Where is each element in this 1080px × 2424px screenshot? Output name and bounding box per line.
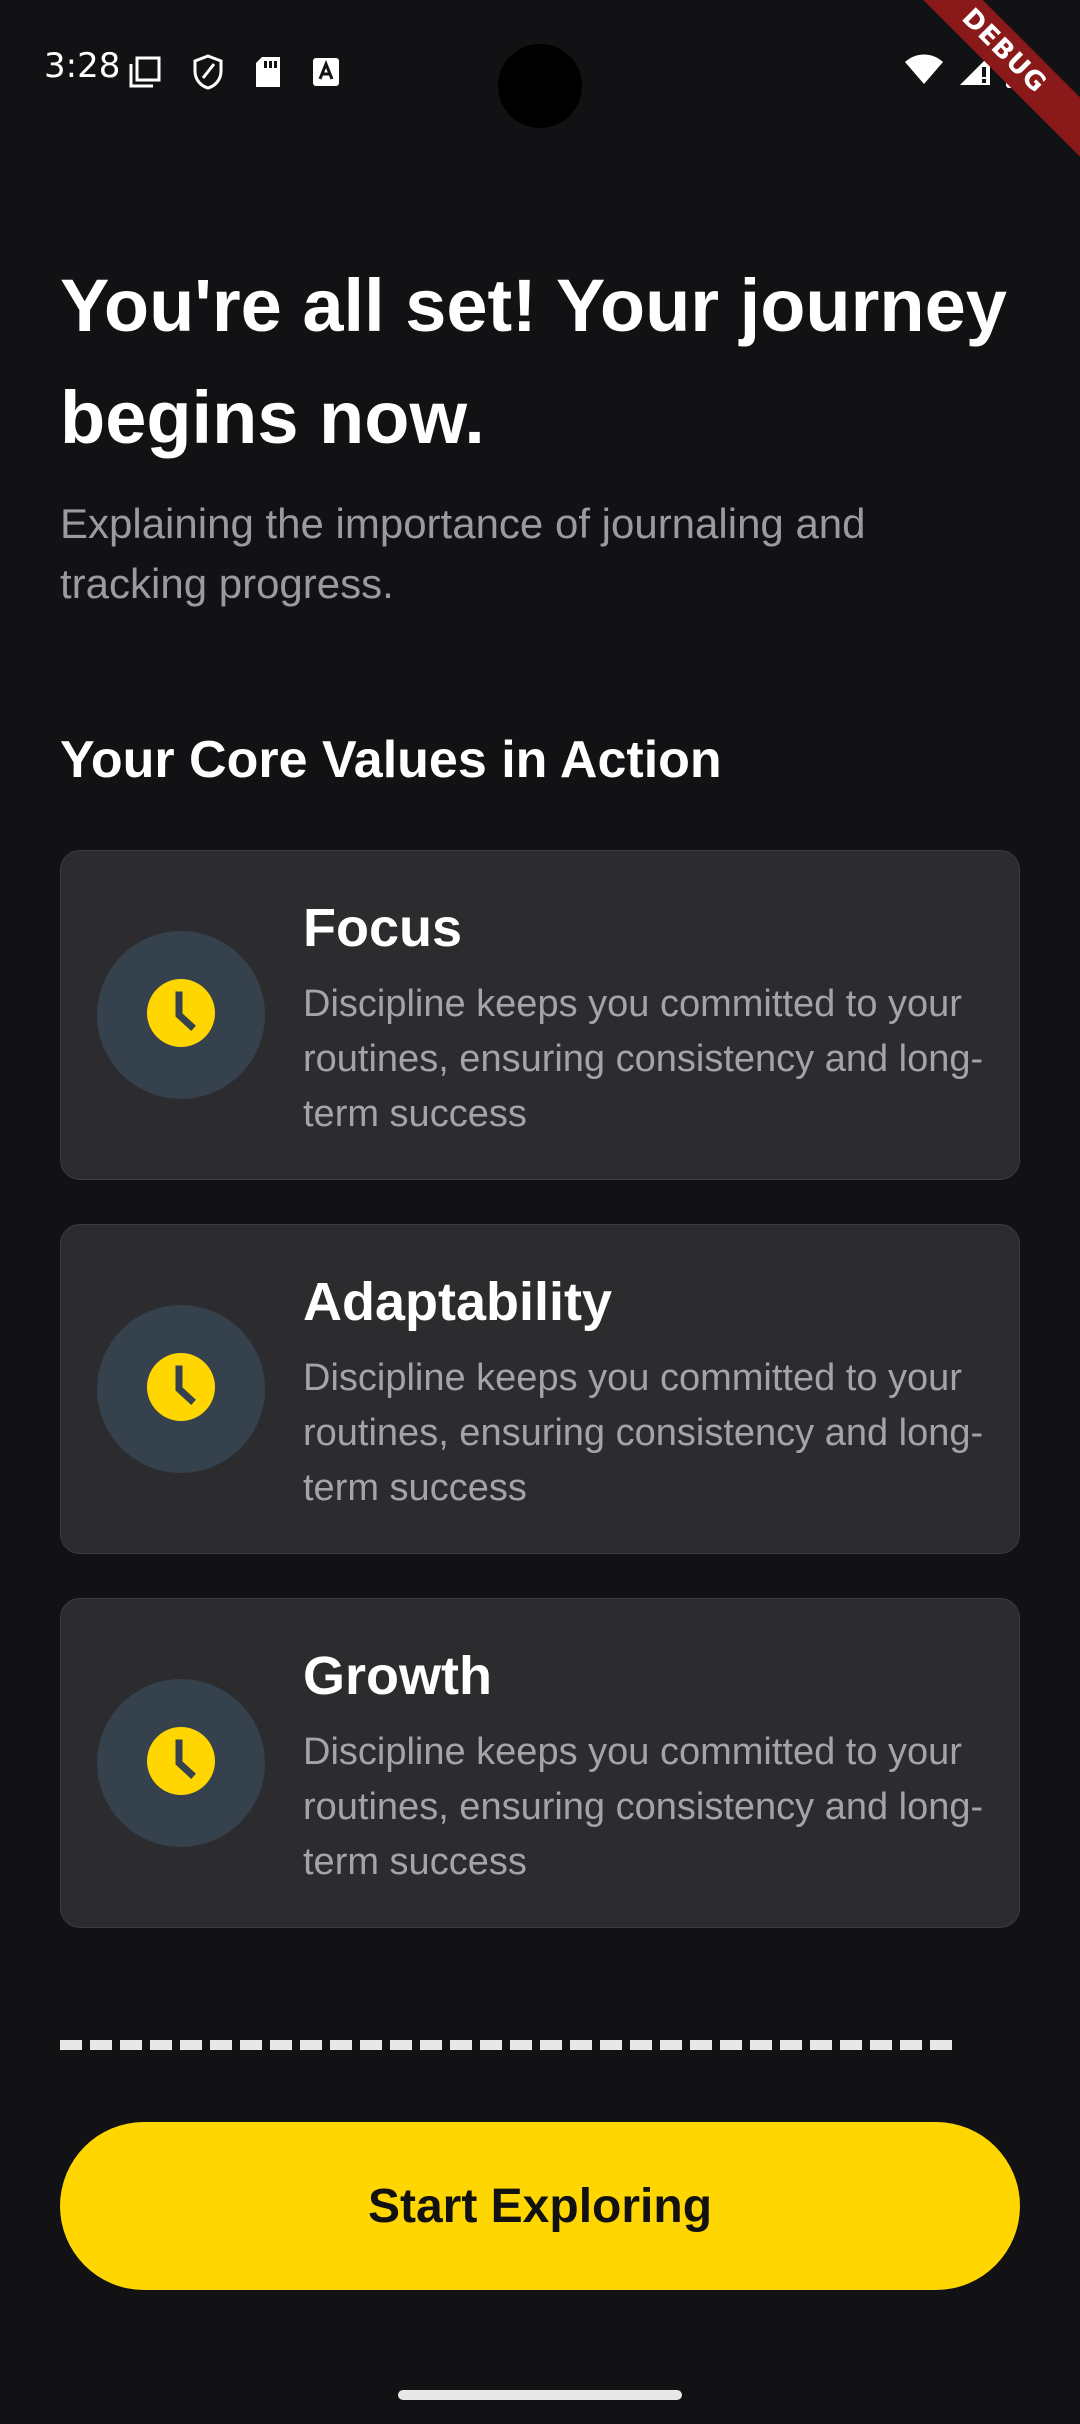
clock-icon <box>146 1726 216 1801</box>
copy-icon <box>128 55 162 89</box>
page-title: You're all set! Your journey begins now. <box>60 264 1007 459</box>
camera-cutout <box>498 44 582 128</box>
clock-icon <box>146 1352 216 1427</box>
value-card-description: Discipline keeps you committed to your r… <box>303 983 984 1135</box>
status-icons-left <box>128 54 340 90</box>
shield-icon <box>192 54 224 90</box>
next-section-heading-clipped <box>60 2020 1020 2050</box>
clock-icon <box>146 978 216 1053</box>
page-subtitle: Explaining the importance of journaling … <box>60 500 866 607</box>
status-time: 3:28 <box>44 46 121 86</box>
text-a-icon <box>312 57 340 87</box>
start-exploring-button[interactable]: Start Exploring <box>60 2122 1020 2290</box>
wifi-icon <box>904 54 944 86</box>
home-indicator[interactable] <box>398 2390 682 2400</box>
value-card-title: Focus <box>303 898 463 958</box>
value-icon-circle <box>97 1305 265 1473</box>
section-heading-core-values: Your Core Values in Action <box>60 731 722 789</box>
status-bar: 3:28 DEBUG <box>0 0 1080 165</box>
sd-card-icon <box>254 55 282 89</box>
core-values-list: Focus Discipline keeps you committed to … <box>60 850 1020 1972</box>
value-card-growth: Growth Discipline keeps you committed to… <box>60 1598 1020 1928</box>
value-card-focus: Focus Discipline keeps you committed to … <box>60 850 1020 1180</box>
value-card-title: Growth <box>303 1646 492 1706</box>
value-icon-circle <box>97 1679 265 1847</box>
value-card-adaptability: Adaptability Discipline keeps you commit… <box>60 1224 1020 1554</box>
value-icon-circle <box>97 931 265 1099</box>
value-card-title: Adaptability <box>303 1272 613 1332</box>
value-card-description: Discipline keeps you committed to your r… <box>303 1731 984 1883</box>
clipped-heading-glyphs <box>60 2040 960 2050</box>
value-card-description: Discipline keeps you committed to your r… <box>303 1357 984 1509</box>
scroll-clip-edge <box>0 2050 1080 2080</box>
